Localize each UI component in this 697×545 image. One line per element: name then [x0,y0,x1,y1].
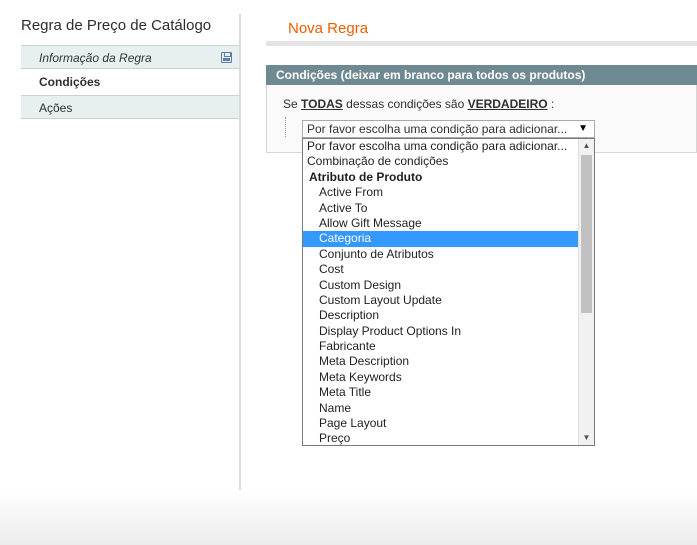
footer-band [0,490,697,545]
sidebar-title: Regra de Preço de Catálogo [21,17,212,34]
tab-conditions-label: Condições [39,75,101,89]
optgroup-product-attribute: Atributo de Produto [309,169,423,184]
option-combination[interactable]: Combinação de condições [303,154,579,169]
option-page-layout[interactable]: Page Layout [303,416,579,431]
option-manufacturer[interactable]: Fabricante [303,339,579,354]
tab-conditions[interactable]: Condições [21,70,240,94]
option-active-from[interactable]: Active From [303,185,579,200]
option-cost[interactable]: Cost [303,262,579,277]
conditions-fieldset-header: Condições (deixar em branco para todos o… [266,65,697,85]
condition-prefix: Se [283,97,298,111]
scrollbar-thumb[interactable] [581,155,592,313]
option-attribute-set[interactable]: Conjunto de Atributos [303,247,579,262]
scroll-down-icon[interactable]: ▼ [579,431,594,445]
new-condition-select[interactable]: Por favor escolha uma condição para adic… [302,120,595,138]
condition-suffix: : [550,97,555,111]
title-divider [266,41,697,46]
option-allow-gift-message[interactable]: Allow Gift Message [303,216,579,231]
save-icon [221,52,232,63]
tab-rule-info[interactable]: Informação da Regra [21,45,240,69]
tab-rule-info-label: Informação da Regra [39,51,152,65]
option-categoria-selected[interactable]: Categoria [303,231,579,247]
condition-sentence: Se TODAS dessas condições são VERDADEIRO… [283,97,554,111]
dropdown-scrollbar[interactable]: ▲ ▼ [578,139,594,445]
option-display-product-options[interactable]: Display Product Options In [303,324,579,339]
page-title: Nova Regra [288,20,369,37]
tab-actions[interactable]: Ações [21,95,240,119]
option-price[interactable]: Preço [303,431,579,445]
option-active-to[interactable]: Active To [303,201,579,216]
condition-dropdown-list[interactable]: Por favor escolha uma condição para adic… [302,138,595,446]
column-divider [239,14,241,490]
select-current-value: Por favor escolha uma condição para adic… [307,122,568,136]
dropdown-options: Por favor escolha uma condição para adic… [303,139,579,445]
condition-tree-line [285,117,286,137]
aggregator-link[interactable]: TODAS [301,97,343,111]
scroll-up-icon[interactable]: ▲ [579,139,594,153]
chevron-down-icon: ▼ [578,123,588,134]
tab-actions-label: Ações [39,101,73,115]
option-custom-layout-update[interactable]: Custom Layout Update [303,293,579,308]
option-custom-design[interactable]: Custom Design [303,278,579,293]
condition-middle: dessas condições são [346,97,465,111]
option-meta-title[interactable]: Meta Title [303,385,579,400]
option-meta-keywords[interactable]: Meta Keywords [303,370,579,385]
option-description[interactable]: Description [303,308,579,323]
option-name[interactable]: Name [303,401,579,416]
value-link[interactable]: VERDADEIRO [468,97,548,111]
option-meta-description[interactable]: Meta Description [303,354,579,369]
option-placeholder[interactable]: Por favor escolha uma condição para adic… [303,139,579,154]
